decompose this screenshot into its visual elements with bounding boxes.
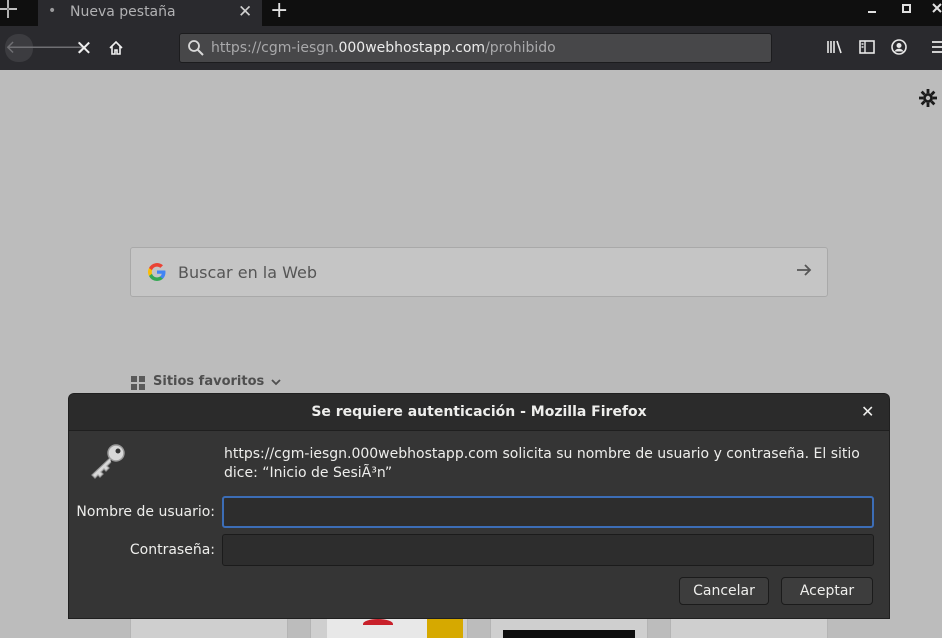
back-icon[interactable]: 🡐 <box>5 34 53 62</box>
tab-strip: • Nueva pestaña ✕ + <box>0 0 942 26</box>
cancel-button[interactable]: Cancelar <box>679 577 769 605</box>
password-field[interactable] <box>222 534 874 566</box>
search-placeholder: Buscar en la Web <box>178 263 318 282</box>
google-icon <box>147 262 167 286</box>
search-icon <box>188 40 204 56</box>
tile-thumbnail <box>503 630 635 638</box>
close-window-icon[interactable] <box>932 1 942 19</box>
navigation-toolbar: 🡐 🡒 ✕ https://cgm-iesgn.000webhostapp.co… <box>0 26 942 70</box>
url-path: /prohibido <box>485 40 556 56</box>
forward-icon[interactable]: 🡒 <box>38 35 86 61</box>
arrow-right-icon[interactable] <box>794 260 814 285</box>
tab-title: Nueva pestaña <box>70 4 176 20</box>
url-text[interactable]: https://cgm-iesgn.000webhostapp.com/proh… <box>211 40 556 56</box>
tile-thumbnail <box>327 619 463 638</box>
tab-dot-icon: • <box>48 3 57 19</box>
topsites-label: Sitios favoritos <box>153 374 265 389</box>
url-prefix: https://cgm-iesgn. <box>211 40 339 56</box>
library-icon[interactable] <box>825 38 845 58</box>
dialog-message: https://cgm-iesgn.000webhostapp.com soli… <box>224 446 860 481</box>
web-search-box[interactable]: Buscar en la Web <box>130 247 828 297</box>
url-host: 000webhostapp.com <box>338 40 486 56</box>
key-icon <box>87 442 129 482</box>
url-bar[interactable]: https://cgm-iesgn.000webhostapp.com/proh… <box>179 33 772 63</box>
account-icon[interactable] <box>889 38 909 58</box>
grid-icon <box>131 376 145 390</box>
stop-icon[interactable]: ✕ <box>71 35 97 61</box>
menu-icon[interactable] <box>928 38 942 58</box>
move-cursor-icon <box>0 0 18 20</box>
chevron-down-icon[interactable] <box>271 374 281 390</box>
gear-icon[interactable] <box>918 88 938 113</box>
dialog-titlebar[interactable]: Se requiere autenticación - Mozilla Fire… <box>69 394 889 431</box>
new-tab-icon[interactable]: + <box>270 0 290 23</box>
auth-dialog: Se requiere autenticación - Mozilla Fire… <box>69 394 889 618</box>
sidebar-icon[interactable] <box>857 38 877 58</box>
maximize-icon[interactable] <box>901 1 913 19</box>
close-icon[interactable]: ✕ <box>861 402 874 421</box>
tab-new-tab[interactable]: • Nueva pestaña ✕ <box>38 0 262 26</box>
close-tab-icon[interactable]: ✕ <box>238 2 252 22</box>
password-label: Contraseña: <box>129 542 215 558</box>
dialog-title: Se requiere autenticación - Mozilla Fire… <box>311 404 647 420</box>
minimize-icon[interactable] <box>866 1 878 19</box>
username-label: Nombre de usuario: <box>76 504 215 520</box>
username-field[interactable] <box>222 496 874 528</box>
accept-button[interactable]: Aceptar <box>781 577 873 605</box>
home-icon[interactable] <box>103 35 129 61</box>
